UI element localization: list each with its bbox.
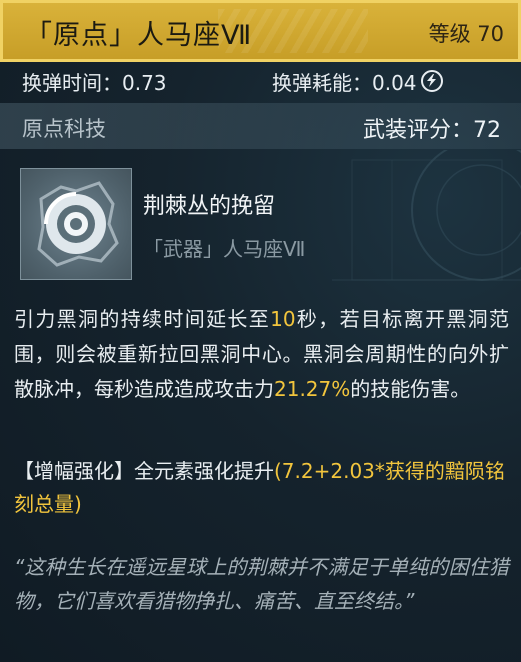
background-decoration	[332, 150, 521, 281]
weapon-title: 「原点」人马座Ⅶ	[25, 20, 253, 51]
section-bar: 原点科技 武装评分：72	[0, 103, 521, 149]
stats-row: 换弹时间：0.73 换弹耗能：0.04	[0, 62, 521, 98]
skill-title: 荆棘丛的挽留	[143, 194, 276, 219]
reload-time-label: 换弹时间：	[22, 71, 122, 95]
energy-bolt-icon	[420, 70, 443, 92]
desc-highlight-damage: 21.27%	[274, 377, 351, 401]
skill-subtitle: 「武器」人马座Ⅶ	[143, 237, 306, 261]
skill-swirl-icon	[20, 168, 132, 280]
section-name: 原点科技	[22, 117, 106, 141]
desc-highlight-duration: 10	[270, 307, 296, 331]
card-header: 「原点」人马座Ⅶ 等级 70	[0, 0, 521, 62]
amplify-label: 【增幅强化】全元素强化提升	[14, 459, 274, 483]
score-label: 武装评分：	[362, 118, 473, 143]
weapon-card: 「原点」人马座Ⅶ 等级 70 换弹时间：0.73 换弹耗能：0.04 原点科技 …	[0, 0, 521, 662]
reload-energy-value: 0.04	[372, 71, 417, 95]
skill-description: 引力黑洞的持续时间延长至10秒，若目标离开黑洞范围，则会被重新拉回黑洞中心。黑洞…	[14, 302, 509, 407]
amplify-effect: 【增幅强化】全元素强化提升(7.2+2.03*获得的黯陨铭刻总量)	[14, 455, 509, 521]
reload-energy-label: 换弹耗能：	[272, 71, 372, 95]
flavor-quote: “这种生长在遥远星球上的荆棘并不满足于单纯的困住猎物，它们喜欢看猎物挣扎、痛苦、…	[14, 555, 509, 613]
reload-time-value: 0.73	[122, 71, 167, 95]
desc-text-1: 引力黑洞的持续时间延长至	[14, 307, 271, 331]
weapon-level: 等级 70	[428, 22, 504, 46]
desc-text-3: 的技能伤害。	[350, 377, 471, 401]
reload-energy-stat: 换弹耗能：0.04	[272, 67, 443, 96]
score-value: 72	[473, 118, 501, 143]
reload-time-stat: 换弹时间：0.73	[22, 67, 167, 96]
armament-score: 武装评分：72	[363, 112, 501, 144]
